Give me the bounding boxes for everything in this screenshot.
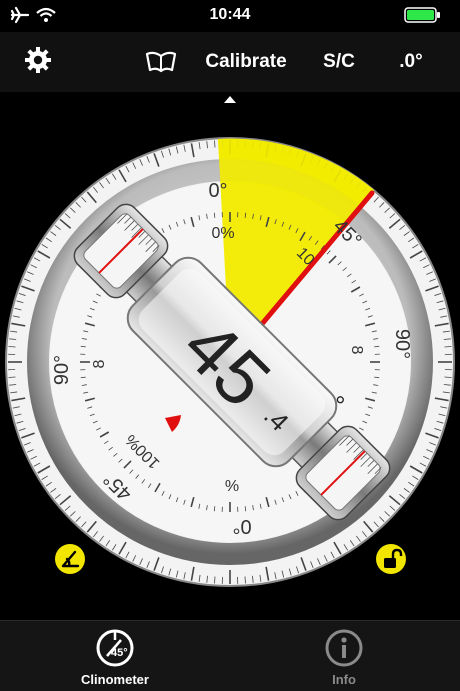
tick-mark (214, 506, 215, 511)
settings-button[interactable] (14, 32, 62, 92)
toolbar: Calibrate S/C .0° (0, 32, 460, 92)
unlock-icon (376, 561, 406, 578)
tick-mark (374, 346, 379, 347)
open-book-icon (144, 58, 178, 79)
tick-mark (81, 346, 86, 347)
tick-mark (81, 377, 86, 378)
decimal-toggle-button[interactable]: .0° (385, 32, 437, 92)
calibrate-button[interactable]: Calibrate (195, 32, 297, 92)
tick-mark (214, 213, 215, 218)
clinometer-badge: 45° (111, 647, 128, 659)
dial-label-90deg-left: 90° (51, 355, 73, 385)
tab-clinometer[interactable]: 45° Clinometer (55, 621, 175, 691)
tab-info[interactable]: Info (284, 621, 404, 691)
clock: 10:44 (0, 6, 460, 24)
tab-bar: 45° Clinometer Info (0, 620, 460, 691)
tab-info-label: Info (284, 672, 404, 687)
tick-mark (374, 377, 379, 378)
dial-label-0deg-bottom: 0° (232, 515, 251, 537)
angle-reference-icon (55, 561, 85, 578)
percent-label-bottom: % (225, 476, 239, 493)
percent-label-8-right: 8 (348, 346, 365, 355)
dial-label-0deg-top: 0° (208, 180, 227, 202)
lock-button[interactable] (376, 544, 406, 574)
gear-icon (23, 59, 53, 80)
guide-button[interactable] (136, 32, 186, 92)
battery-charging-icon (404, 6, 442, 29)
tick-mark (245, 213, 246, 218)
percent-label-0: 0% (211, 225, 234, 242)
angle-reference-button[interactable] (55, 544, 85, 574)
clinometer-dial: 0° 45° 90° 45° 90° 0° 0% 10 8 8 100% % 4… (0, 100, 460, 620)
sc-button[interactable]: S/C (312, 32, 366, 92)
percent-label-8-left: 8 (91, 359, 108, 368)
status-bar: 10:44 (0, 0, 460, 32)
tick-mark (245, 506, 246, 511)
tab-clinometer-label: Clinometer (55, 672, 175, 687)
dial-label-90deg-right: 90° (391, 329, 413, 359)
